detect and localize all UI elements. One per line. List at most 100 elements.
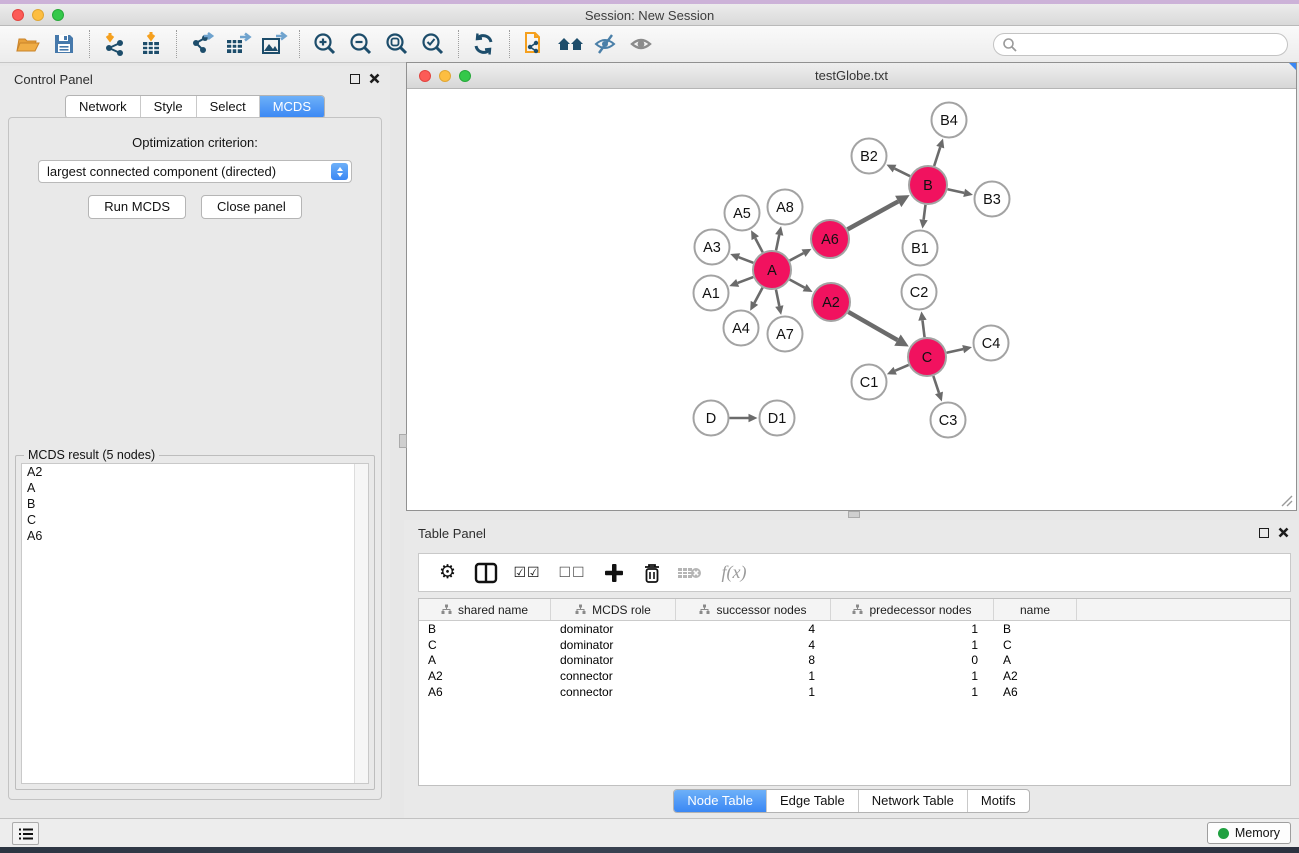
node-C3[interactable]: C3 [931, 403, 966, 438]
cell[interactable]: connector [551, 685, 676, 699]
table-row-a[interactable]: Adominator80A [419, 653, 1290, 669]
import-network-button[interactable] [97, 29, 133, 59]
save-session-button[interactable] [46, 29, 82, 59]
node-B3[interactable]: B3 [975, 182, 1010, 217]
unselect-all-button[interactable]: ☐☐ [552, 558, 592, 588]
node-B4[interactable]: B4 [932, 103, 967, 138]
edge-A-A2[interactable] [790, 280, 813, 292]
cell[interactable]: 4 [676, 638, 831, 652]
column-settings-button[interactable]: ⚙ [431, 558, 464, 588]
edge-C-C2[interactable] [918, 311, 926, 337]
result-item-c[interactable]: C [22, 512, 368, 528]
column-header-mcds-role[interactable]: MCDS role [551, 599, 676, 620]
node-B[interactable]: B [909, 166, 947, 204]
tab-style[interactable]: Style [141, 96, 197, 118]
node-table[interactable]: shared nameMCDS rolesuccessor nodesprede… [418, 598, 1291, 786]
vertical-scroll-thumb[interactable] [399, 434, 407, 448]
node-D[interactable]: D [694, 401, 729, 436]
resize-grip-icon[interactable] [1281, 495, 1293, 507]
function-builder-button[interactable]: f(x) [711, 558, 757, 588]
task-history-button[interactable] [12, 822, 39, 845]
table-row-b[interactable]: Bdominator41B [419, 621, 1290, 637]
cell[interactable]: A2 [994, 669, 1077, 683]
edge-A-A6[interactable] [790, 249, 812, 261]
refresh-button[interactable] [466, 29, 502, 59]
edge-A6-B[interactable] [848, 195, 910, 229]
column-header-shared-name[interactable]: shared name [419, 599, 551, 620]
search-field[interactable] [993, 33, 1288, 56]
edge-A-A8[interactable] [775, 226, 783, 250]
run-mcds-button[interactable]: Run MCDS [88, 195, 186, 219]
select-all-button[interactable]: ☑☑ [507, 558, 547, 588]
cell[interactable]: connector [551, 669, 676, 683]
tab-select[interactable]: Select [197, 96, 260, 118]
network-canvas[interactable]: B4B2BB3A5A8A6A3B1AA1C2A2A4A7C4CC1C3DD1 [407, 89, 1296, 510]
edge-A2-C[interactable] [848, 312, 908, 347]
node-A1[interactable]: A1 [694, 276, 729, 311]
edge-A-A3[interactable] [730, 253, 753, 263]
cell[interactable]: A6 [994, 685, 1077, 699]
edge-C-C1[interactable] [887, 365, 909, 375]
zoom-out-button[interactable] [343, 29, 379, 59]
cell[interactable]: 0 [831, 653, 994, 667]
close-panel-button[interactable]: Close panel [201, 195, 302, 219]
cell[interactable]: 1 [831, 685, 994, 699]
node-C[interactable]: C [908, 338, 946, 376]
node-C1[interactable]: C1 [852, 365, 887, 400]
edge-B-B4[interactable] [934, 139, 944, 166]
delete-table-button[interactable] [673, 558, 706, 588]
column-header-predecessor-nodes[interactable]: predecessor nodes [831, 599, 994, 620]
edge-A-A1[interactable] [729, 277, 753, 287]
export-network-button[interactable] [184, 29, 220, 59]
float-panel-icon[interactable] [1259, 528, 1269, 538]
cell[interactable]: dominator [551, 622, 676, 636]
result-item-b[interactable]: B [22, 496, 368, 512]
column-header-name[interactable]: name [994, 599, 1077, 620]
edge-B-B1[interactable] [919, 205, 927, 229]
node-A8[interactable]: A8 [768, 190, 803, 225]
zoom-in-button[interactable] [307, 29, 343, 59]
cell[interactable]: 4 [676, 622, 831, 636]
split-view-button[interactable] [469, 558, 502, 588]
cell[interactable]: 8 [676, 653, 831, 667]
tab-motifs[interactable]: Motifs [968, 790, 1029, 812]
edge-C-C4[interactable] [947, 345, 972, 353]
float-panel-icon[interactable] [350, 74, 360, 84]
hide-selected-button[interactable] [589, 29, 625, 59]
export-table-button[interactable] [220, 29, 256, 59]
edge-B-B2[interactable] [887, 165, 911, 177]
add-column-button[interactable] [597, 558, 630, 588]
node-B2[interactable]: B2 [852, 139, 887, 174]
cell[interactable]: C [994, 638, 1077, 652]
horizontal-scroll-thumb[interactable] [848, 511, 860, 518]
cell[interactable]: 1 [676, 669, 831, 683]
cell[interactable]: dominator [551, 638, 676, 652]
show-all-button[interactable] [625, 29, 661, 59]
table-row-a6[interactable]: A6connector11A6 [419, 684, 1290, 700]
cell[interactable]: A [994, 653, 1077, 667]
edge-A-A5[interactable] [751, 230, 763, 252]
cell[interactable]: dominator [551, 653, 676, 667]
delete-columns-button[interactable] [635, 558, 668, 588]
node-C4[interactable]: C4 [974, 326, 1009, 361]
tab-network-table[interactable]: Network Table [859, 790, 968, 812]
node-D1[interactable]: D1 [760, 401, 795, 436]
tab-node-table[interactable]: Node Table [674, 790, 767, 812]
tab-network[interactable]: Network [66, 96, 141, 118]
close-panel-icon[interactable] [1278, 527, 1289, 538]
node-C2[interactable]: C2 [902, 275, 937, 310]
home-view-button[interactable] [553, 29, 589, 59]
edge-D-D1[interactable] [730, 414, 758, 422]
search-input[interactable] [1018, 36, 1287, 54]
node-A2[interactable]: A2 [812, 283, 850, 321]
edge-B-B3[interactable] [948, 189, 973, 197]
cell[interactable]: 1 [831, 622, 994, 636]
node-A5[interactable]: A5 [725, 196, 760, 231]
cell[interactable]: B [419, 622, 551, 636]
node-A7[interactable]: A7 [768, 317, 803, 352]
birds-eye-corner-icon[interactable] [1289, 63, 1296, 70]
node-A6[interactable]: A6 [811, 220, 849, 258]
network-from-selection-button[interactable] [517, 29, 553, 59]
memory-button[interactable]: Memory [1207, 822, 1291, 844]
network-window-titlebar[interactable]: testGlobe.txt [407, 63, 1296, 89]
